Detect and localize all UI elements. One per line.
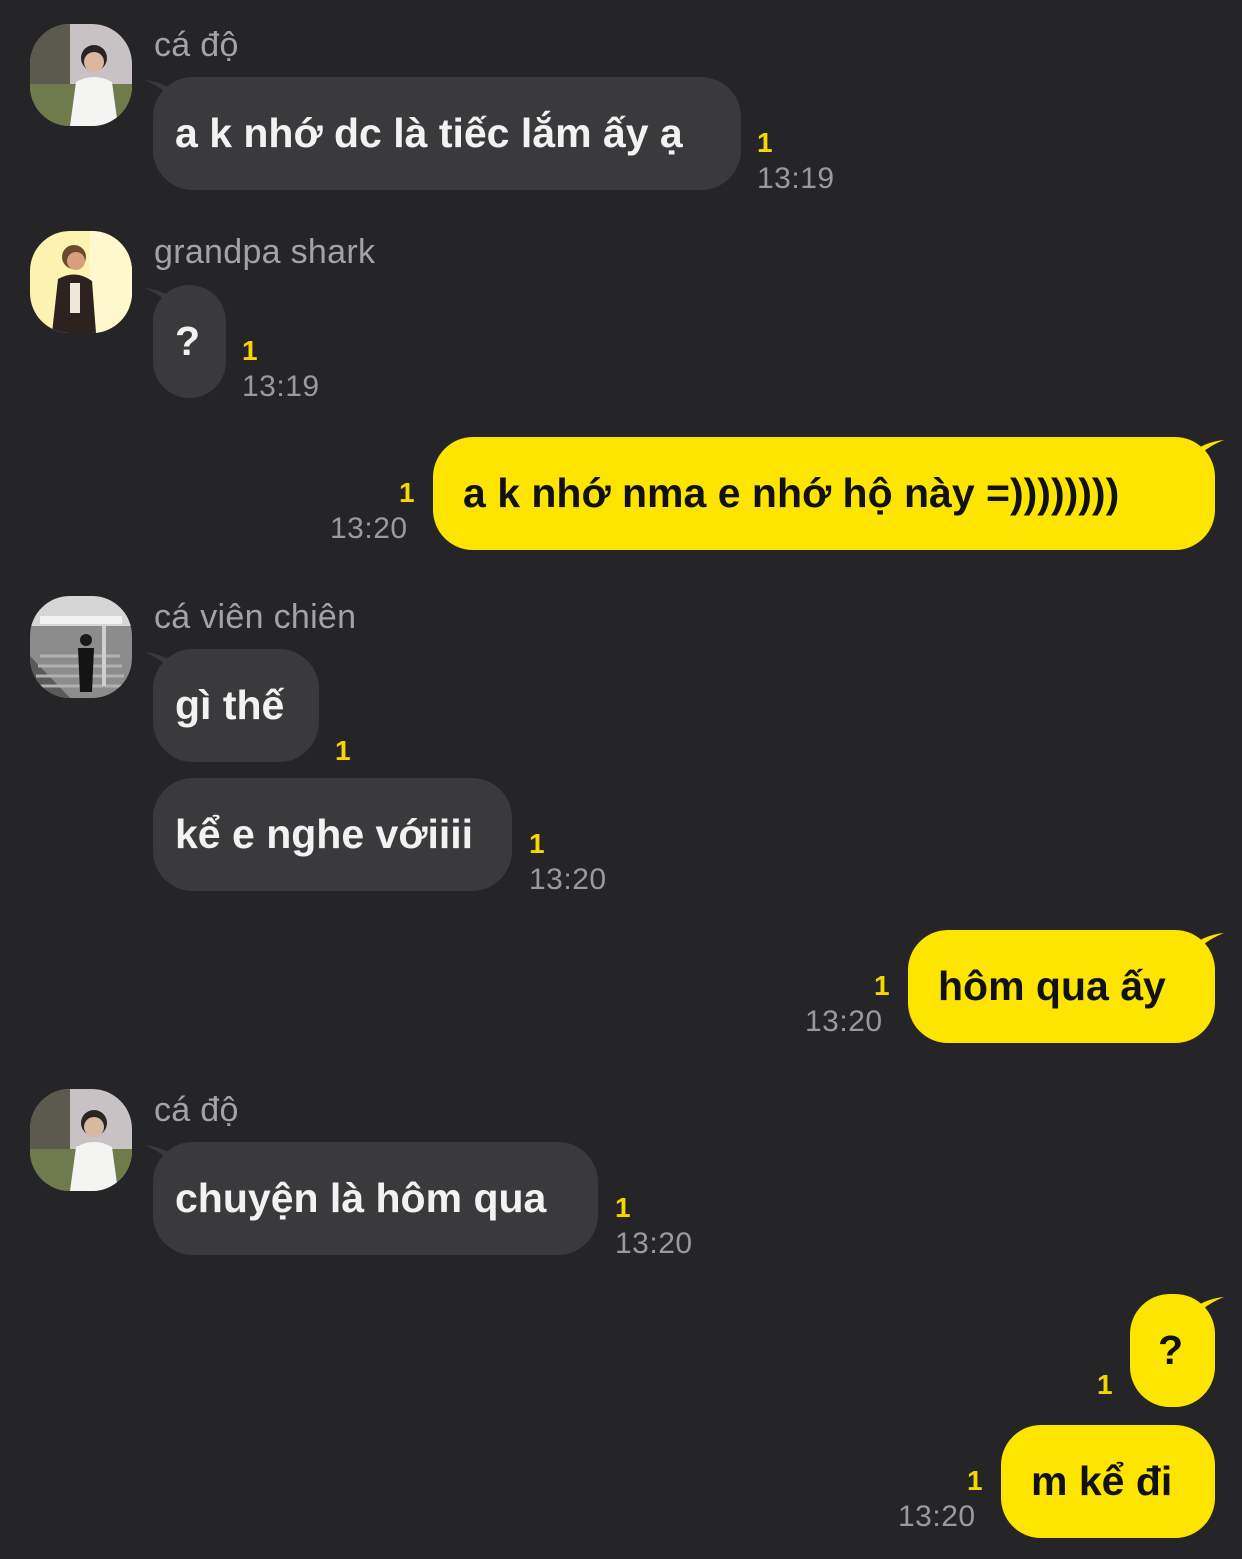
timestamp: 13:19 <box>242 370 320 403</box>
sender-name: cá viên chiên <box>154 598 357 636</box>
sender-name: grandpa shark <box>154 233 376 271</box>
message-bubble[interactable]: kể e nghe vớiiii <box>153 778 512 891</box>
unread-count: 1 <box>967 1465 983 1496</box>
unread-count: 1 <box>399 477 415 508</box>
avatar-photo-icon <box>30 596 132 698</box>
unread-count: 1 <box>1097 1369 1113 1400</box>
unread-count: 1 <box>242 335 258 366</box>
sender-name: cá độ <box>154 1091 239 1129</box>
timestamp: 13:20 <box>615 1227 693 1260</box>
message-text: kể e nghe vớiiii <box>175 811 474 857</box>
message-text: m kể đi <box>1031 1458 1173 1504</box>
bubble-tail <box>1190 1297 1224 1327</box>
sender-name: cá độ <box>154 26 239 64</box>
avatar-photo-icon <box>30 24 132 126</box>
message-text: chuyện là hôm qua <box>175 1175 547 1221</box>
unread-count: 1 <box>615 1192 631 1223</box>
unread-count: 1 <box>757 127 773 158</box>
message-text: hôm qua ấy <box>938 963 1166 1009</box>
timestamp: 13:20 <box>805 1005 883 1038</box>
timestamp: 13:20 <box>529 863 607 896</box>
timestamp: 13:20 <box>330 512 408 545</box>
bubble-tail <box>1190 440 1224 470</box>
unread-count: 1 <box>874 970 890 1001</box>
message-text: a k nhớ dc là tiếc lắm ấy ạ <box>175 110 683 156</box>
message-text: a k nhớ nma e nhớ hộ này =)))))))) <box>463 470 1120 516</box>
avatar-grandpa-shark[interactable] <box>30 231 132 333</box>
message-bubble[interactable]: a k nhớ dc là tiếc lắm ấy ạ <box>153 77 741 190</box>
unread-count: 1 <box>335 735 351 766</box>
message-bubble[interactable]: ? <box>153 285 226 398</box>
timestamp: 13:19 <box>757 162 835 195</box>
avatar-ca-do[interactable] <box>30 24 132 126</box>
avatar-ca-do[interactable] <box>30 1089 132 1191</box>
unread-count: 1 <box>529 828 545 859</box>
message-text: gì thế <box>175 682 285 728</box>
message-bubble[interactable]: gì thế <box>153 649 319 762</box>
message-bubble[interactable]: a k nhớ nma e nhớ hộ này =)))))))) <box>433 437 1215 550</box>
timestamp: 13:20 <box>898 1500 976 1533</box>
message-text: ? <box>1158 1327 1184 1373</box>
message-bubble[interactable]: chuyện là hôm qua <box>153 1142 598 1255</box>
message-bubble[interactable]: hôm qua ấy <box>908 930 1215 1043</box>
avatar-ca-vien-chien[interactable] <box>30 596 132 698</box>
avatar-photo-icon <box>30 1089 132 1191</box>
message-bubble[interactable]: m kể đi <box>1001 1425 1215 1538</box>
bubble-tail <box>1190 933 1224 963</box>
message-text: ? <box>175 318 201 364</box>
avatar-photo-icon <box>30 231 132 333</box>
